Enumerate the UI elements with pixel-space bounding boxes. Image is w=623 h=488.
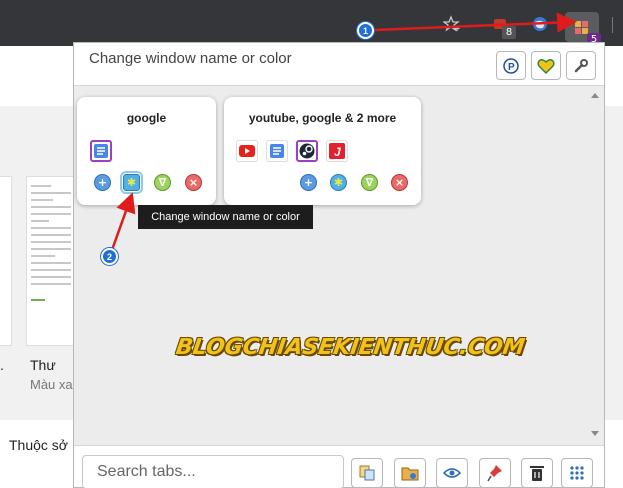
sort-tabs-button[interactable] <box>351 458 383 488</box>
grid-icon <box>570 466 584 480</box>
delete-button[interactable] <box>521 458 553 488</box>
tab-manager-extension-icon[interactable]: 5 <box>565 12 601 46</box>
youtube-icon[interactable] <box>236 140 258 162</box>
step-marker: 1 <box>357 22 374 39</box>
paypal-icon: P <box>503 57 519 74</box>
window-card[interactable]: youtube, google & 2 more J + ✱ ∇ × <box>224 97 421 205</box>
jira-icon[interactable]: J <box>326 140 348 162</box>
sort-icon <box>359 465 375 481</box>
eye-icon <box>443 468 461 478</box>
steam-icon[interactable] <box>296 140 318 162</box>
paypal-button[interactable]: P <box>496 51 526 80</box>
google-docs-icon[interactable] <box>90 140 112 162</box>
open-folder-button[interactable] <box>394 458 426 488</box>
grid-view-button[interactable] <box>561 458 593 488</box>
add-tab-icon[interactable]: + <box>94 174 111 191</box>
window-title: youtube, google & 2 more <box>248 111 397 125</box>
extension-badge-count: 8 <box>502 26 516 39</box>
toolbar-separator <box>612 17 613 33</box>
svg-text:P: P <box>508 62 515 73</box>
close-window-icon[interactable]: × <box>185 174 202 191</box>
step-marker: 2 <box>101 248 118 265</box>
document-thumbnail[interactable] <box>0 176 12 346</box>
rate-heart-button[interactable] <box>531 51 561 80</box>
popup-scrollbar[interactable] <box>587 87 604 445</box>
watermark-logo: BLOGCHIASEKIENTHUC.COM <box>174 335 527 360</box>
extension-globe-icon[interactable] <box>528 13 552 35</box>
pin-icon <box>487 465 502 482</box>
gear-tooltip: Change window name or color <box>138 205 313 229</box>
view-button[interactable] <box>436 458 468 488</box>
popup-footer <box>74 445 604 488</box>
wrench-icon <box>574 58 588 72</box>
page-text: Thư <box>30 357 56 373</box>
popup-header: Change window name or color P <box>74 43 604 86</box>
trash-icon <box>530 466 544 481</box>
page-text: Thuộc sở <box>9 437 68 453</box>
add-tab-icon[interactable]: + <box>300 174 317 191</box>
page-text: . <box>0 357 4 373</box>
folder-icon <box>401 467 419 481</box>
star-plus-icon[interactable] <box>440 13 464 35</box>
google-docs-icon[interactable] <box>266 140 288 162</box>
svg-text:J: J <box>334 145 341 159</box>
search-tabs-input[interactable] <box>82 455 344 488</box>
tab-manager-popup: Change window name or color P google + ✱… <box>73 42 605 488</box>
settings-button[interactable] <box>566 51 596 80</box>
gear-icon[interactable]: ✱ <box>120 171 143 194</box>
collapse-icon[interactable]: ∇ <box>154 174 171 191</box>
window-title: google <box>126 111 167 125</box>
browser-toolbar: 8 5 <box>0 0 623 46</box>
heart-icon <box>537 58 555 74</box>
scroll-down-arrow-icon[interactable] <box>591 431 599 436</box>
gear-icon[interactable]: ✱ <box>330 174 347 191</box>
page-text: Màu xa <box>30 377 73 392</box>
collapse-icon[interactable]: ∇ <box>361 174 378 191</box>
window-card[interactable]: google + ✱ ∇ × <box>77 97 216 205</box>
scroll-up-arrow-icon[interactable] <box>591 93 599 98</box>
popup-title: Change window name or color <box>89 50 292 67</box>
document-thumbnail[interactable] <box>26 176 76 346</box>
extension-red-icon[interactable]: 8 <box>488 13 516 39</box>
pin-button[interactable] <box>479 458 511 488</box>
close-window-icon[interactable]: × <box>391 174 408 191</box>
